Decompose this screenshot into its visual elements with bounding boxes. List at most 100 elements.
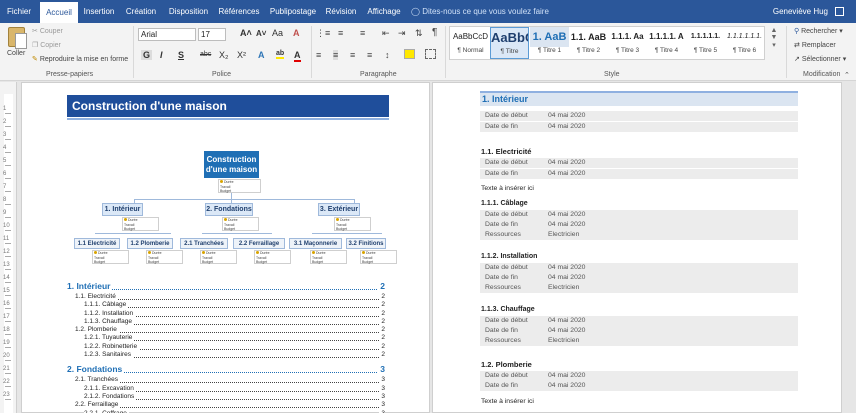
wbs-node-electricite[interactable]: 1.1 Electricité (74, 238, 120, 249)
tab-references[interactable]: Références (217, 0, 261, 23)
field-row-start-date: Date de début 04 mai 2020 (480, 371, 798, 381)
subscript-button[interactable]: X₂ (219, 50, 229, 60)
style-titre-1[interactable]: 1. AaB ¶ Titre 1 (530, 27, 569, 59)
select-button[interactable]: ↗ Sélectionner ▾ (794, 55, 846, 63)
wbs-node-plomberie[interactable]: 1.2 Plomberie (127, 238, 173, 249)
tab-creation[interactable]: Création (122, 0, 160, 23)
toc-entry[interactable]: 2.2.1. Coffrage 3 (67, 409, 385, 413)
wbs-node-exterieur[interactable]: 3. Extérieur (318, 203, 360, 216)
cut-button[interactable]: ✂ Couper (32, 27, 63, 35)
text-effects-button[interactable]: A (258, 50, 265, 60)
toc-entry[interactable]: 1.1.3. Chauffage 2 (67, 317, 385, 327)
change-case-button[interactable]: Aa (272, 28, 283, 38)
toc-entry[interactable]: 2.2. Ferraillage 3 (67, 401, 385, 410)
decrease-indent-icon[interactable]: ⇤ (382, 28, 390, 39)
wbs-node-maconnerie[interactable]: 3.1 Maçonnerie (289, 238, 342, 249)
style-titre-3[interactable]: 1.1.1. Aa ¶ Titre 3 (608, 27, 647, 59)
tab-publipostage[interactable]: Publipostage (267, 0, 319, 23)
style-titre-4[interactable]: 1.1.1.1. A ¶ Titre 4 (647, 27, 686, 59)
collapse-ribbon-icon[interactable]: ⌃ (844, 71, 850, 79)
show-marks-icon[interactable]: ¶ (432, 27, 437, 38)
toc-entry[interactable]: 1.2.1. Tuyauterie 2 (67, 334, 385, 343)
style-titre-6[interactable]: 1.1.1.1.1.1. ¶ Titre 6 (725, 27, 764, 59)
tab-affichage[interactable]: Affichage (364, 0, 404, 23)
ruler-number: 18 (3, 327, 10, 333)
italic-button[interactable]: I (160, 50, 163, 60)
shading-icon[interactable] (404, 49, 415, 59)
toc-entry[interactable]: 1.1.1. Câblage 2 (67, 301, 385, 310)
tell-me-search[interactable]: ◯ Dites-nous ce que vous voulez faire (411, 0, 549, 23)
toc-entry[interactable]: 1.2.3. Sanitaires 2 (67, 351, 385, 360)
paste-button[interactable]: Coller (7, 50, 25, 57)
wbs-connector (134, 199, 354, 200)
tab-accueil[interactable]: Accueil (40, 2, 78, 23)
paste-icon[interactable] (8, 27, 27, 49)
style-titre-2[interactable]: 1.1. AaB ¶ Titre 2 (569, 27, 608, 59)
ruler-tick (5, 373, 11, 374)
align-right-icon[interactable]: ≡ (350, 50, 355, 60)
share-icon[interactable] (835, 7, 844, 16)
style-normal[interactable]: AaBbCcD ¶ Normal (451, 27, 490, 59)
increase-indent-icon[interactable]: ⇥ (398, 28, 406, 39)
document-page-1[interactable]: Construction d'une maison Construction d… (21, 82, 430, 413)
toc-entry[interactable]: 2.1. Tranchées 3 (67, 376, 385, 385)
style-titre-5[interactable]: 1.1.1.1.1. ¶ Titre 5 (686, 27, 725, 59)
justify-icon[interactable]: ≡ (367, 50, 372, 60)
replace-button[interactable]: ⇄ Remplacer (794, 41, 836, 49)
toc-entry[interactable]: 2. Fondations 3 (67, 362, 385, 377)
clear-format-button[interactable]: A (293, 28, 300, 38)
wbs-node-details: Durée Travail Budget (222, 217, 259, 231)
line-spacing-icon[interactable]: ↕ (385, 50, 390, 60)
group-separator (133, 26, 134, 78)
wbs-connector (202, 233, 272, 234)
style-titre[interactable]: AaBbC¶ Titre (490, 27, 529, 59)
font-name-select[interactable]: Arial (138, 28, 196, 41)
tab-fichier[interactable]: Fichier (2, 0, 36, 23)
toc-entry[interactable]: 1.2.2. Robinetterie 2 (67, 342, 385, 352)
wbs-node-details: Durée Travail Budget (200, 250, 237, 264)
sort-icon[interactable]: ⇅ (415, 28, 423, 39)
wbs-node-fondations[interactable]: 2. Fondations (205, 203, 253, 216)
wbs-node-interieur[interactable]: 1. Intérieur (102, 203, 143, 216)
font-size-select[interactable]: 17 (198, 28, 226, 41)
grow-font-button[interactable]: A˄ (240, 28, 252, 38)
toc-leader-dots (75, 299, 385, 300)
wbs-node-tranchees[interactable]: 2.1 Tranchées (180, 238, 228, 249)
borders-icon[interactable] (425, 49, 436, 59)
format-painter-button[interactable]: ✎ Reproduire la mise en forme (32, 55, 128, 63)
toc-page-number: 2 (379, 342, 385, 352)
tab-insertion[interactable]: Insertion (80, 0, 118, 23)
copy-button[interactable]: ❐ Copier (32, 41, 61, 49)
strikethrough-button[interactable]: abc (200, 51, 211, 58)
user-name[interactable]: Geneviève Hug (773, 0, 828, 23)
ruler-number: 6 (3, 171, 7, 177)
underline-button[interactable]: S (178, 50, 184, 60)
highlight-button[interactable]: ab (276, 50, 285, 59)
ruler-tick (5, 360, 11, 361)
find-button[interactable]: ⚲ Rechercher ▾ (794, 27, 843, 35)
toc-entry[interactable]: 1. Intérieur 2 (67, 279, 385, 293)
toc-page-number: 2 (379, 334, 385, 343)
wbs-node-ferraillage[interactable]: 2.2 Ferraillage (233, 238, 285, 249)
shrink-font-button[interactable]: A˅ (256, 29, 266, 38)
toc-entry[interactable]: 2.1.1. Excavation 3 (67, 384, 385, 393)
toc-entry[interactable]: 1.1.2. Installation 2 (67, 309, 385, 318)
bullets-icon[interactable]: ⋮≡ (316, 28, 330, 39)
wbs-node-details: Durée Travail Budget (360, 250, 397, 264)
multilevel-list-icon[interactable]: ≡ (360, 28, 365, 38)
wbs-root-node[interactable]: Construction d'une maison (204, 151, 259, 178)
vertical-ruler[interactable]: 1 2 3 4 5 6 7 8 9 10 11 12 13 14 15 16 17 18 19 20 21 22 23 (0, 82, 17, 413)
align-left-icon[interactable]: ≡ (316, 50, 321, 60)
gallery-more-icon[interactable]: ▲ ▼ ▾ (768, 27, 780, 59)
font-color-button[interactable]: A (294, 50, 301, 62)
ruler-tick (5, 230, 11, 231)
tab-revision[interactable]: Révision (323, 0, 359, 23)
document-page-2[interactable]: 1. Intérieur Date de début 04 mai 2020 Da… (432, 82, 842, 413)
wbs-node-finitions[interactable]: 3.2 Finitions (346, 238, 386, 249)
bold-button[interactable]: G (141, 50, 153, 60)
numbering-icon[interactable]: ≡ (338, 28, 343, 38)
wbs-node-details: Durée Travail Budget (146, 250, 183, 264)
align-center-icon[interactable]: ≡ (333, 50, 339, 60)
superscript-button[interactable]: X² (237, 50, 246, 60)
tab-disposition[interactable]: Disposition (166, 0, 211, 23)
